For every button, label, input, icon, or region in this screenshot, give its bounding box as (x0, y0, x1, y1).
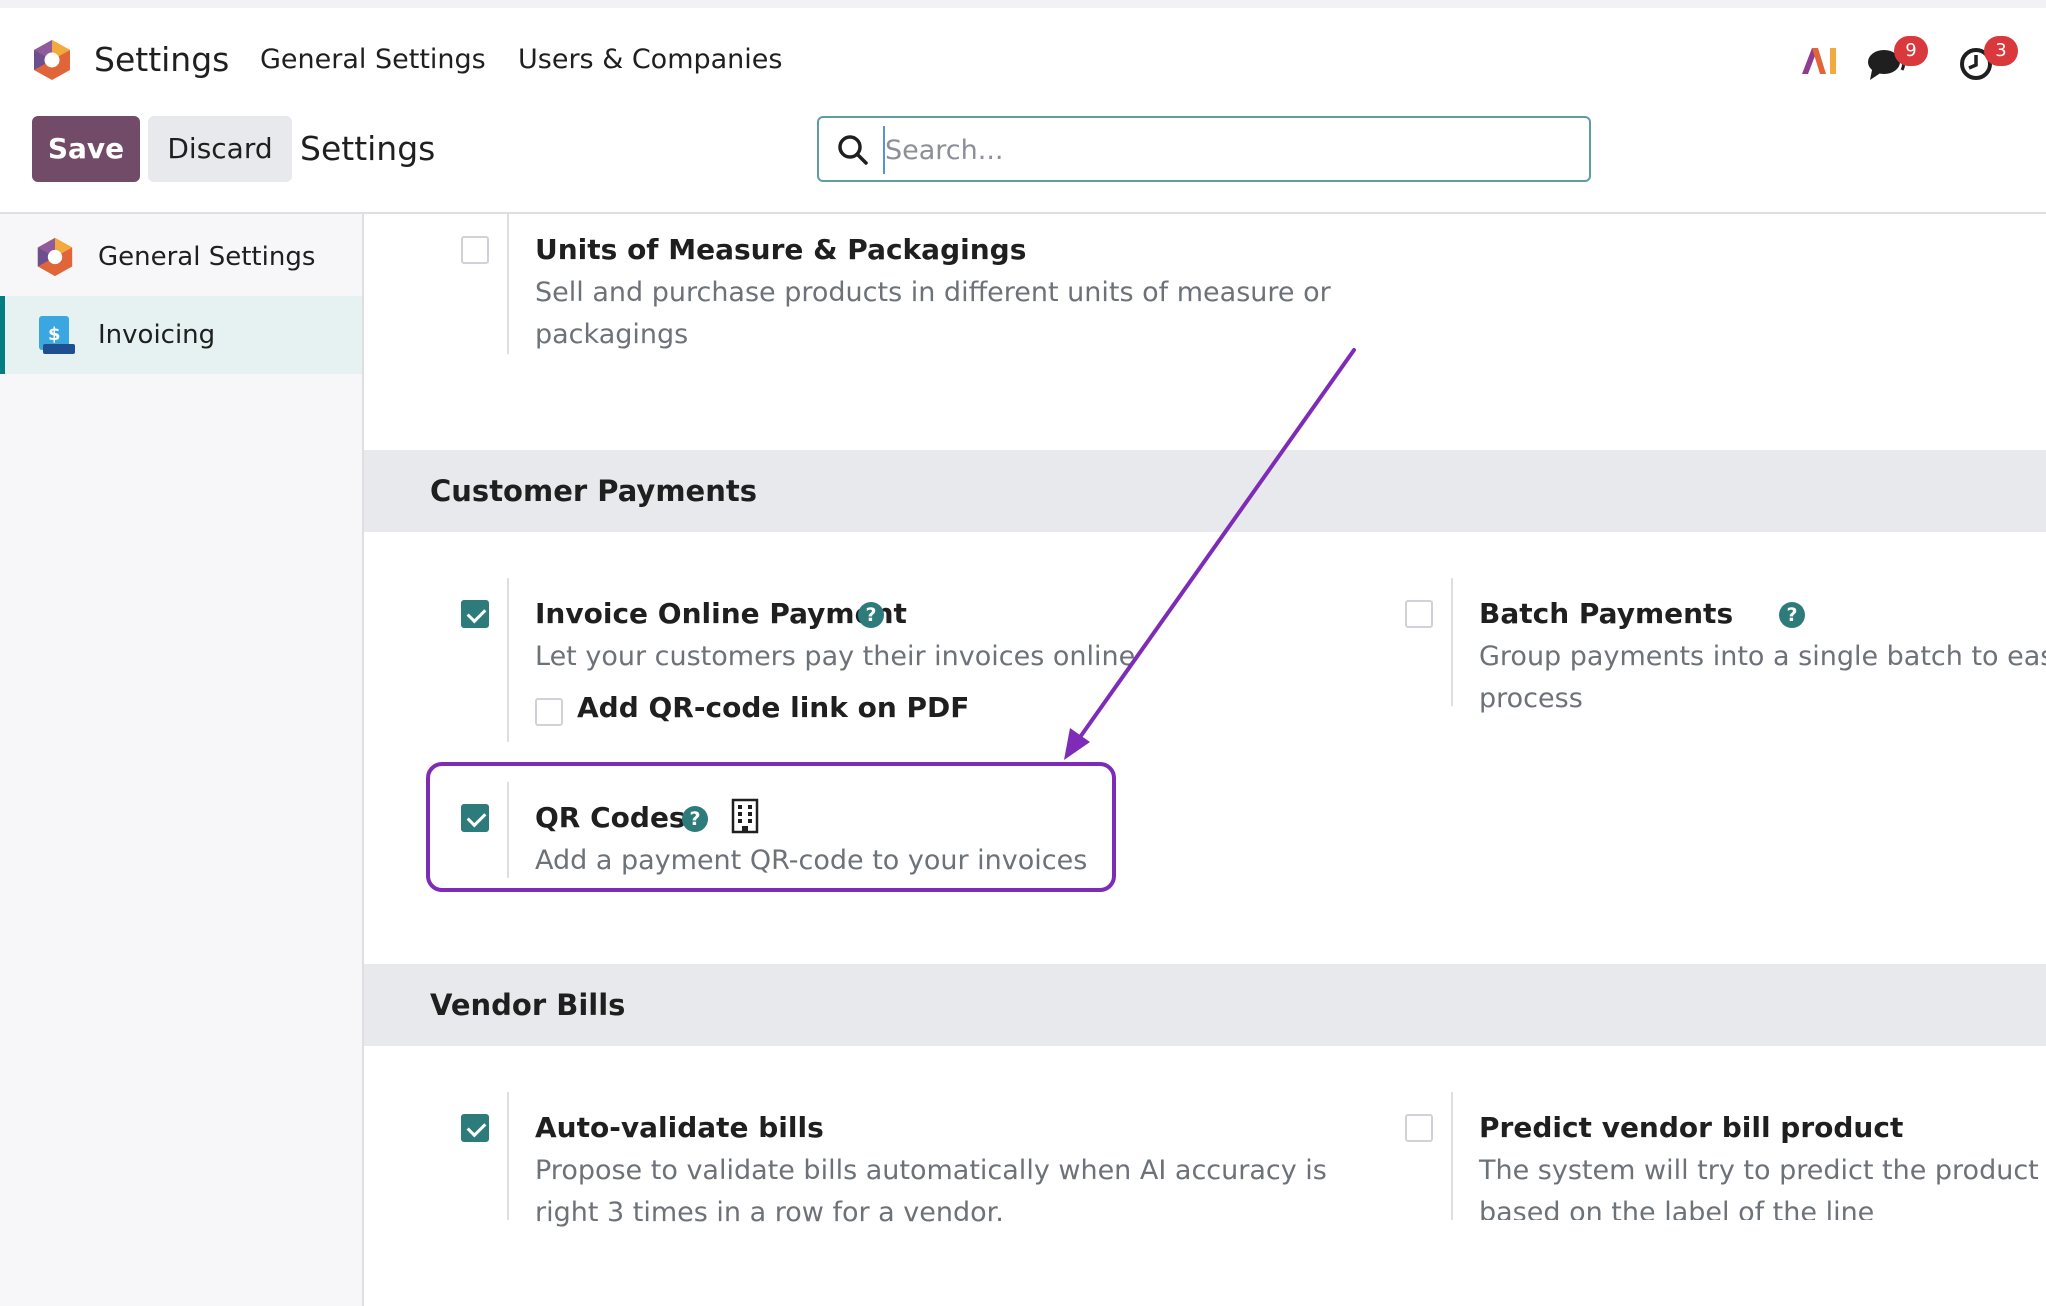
top-navbar: Settings General Settings Users & Compan… (0, 0, 2046, 108)
search-box[interactable] (817, 116, 1591, 182)
predict-product-title: Predict vendor bill product (1479, 1111, 1904, 1144)
messages-icon[interactable]: 9 (1866, 36, 1936, 88)
discard-button[interactable]: Discard (148, 116, 292, 182)
qr-link-pdf-label[interactable]: Add QR-code link on PDF (577, 688, 969, 728)
sidebar-item-label: Invoicing (98, 320, 216, 350)
annotation-highlight-box (426, 762, 1116, 892)
auto-validate-checkbox[interactable] (461, 1114, 489, 1142)
setting-invoice-online-payment: Invoice Online Payment ? Let your custom… (364, 578, 1264, 742)
predict-product-desc-2: based on the label of the line (1479, 1197, 1875, 1220)
batch-payments-title: Batch Payments (1479, 597, 1734, 630)
auto-validate-desc-2: right 3 times in a row for a vendor. (535, 1197, 1004, 1228)
sidebar-item-general-settings[interactable]: General Settings (0, 218, 362, 296)
divider (507, 1092, 509, 1220)
control-panel: Save Discard Settings (0, 108, 2046, 214)
section-customer-payments: Customer Payments (364, 450, 2046, 532)
batch-payments-desc-1: Group payments into a single batch to ea… (1479, 641, 2046, 672)
online-payment-desc: Let your customers pay their invoices on… (535, 641, 1136, 672)
divider (1451, 1092, 1453, 1220)
setting-units-of-measure: Units of Measure & Packagings Sell and p… (364, 214, 1331, 354)
search-icon (838, 135, 868, 165)
activities-icon[interactable]: 3 (1958, 36, 2028, 88)
uom-checkbox[interactable] (461, 236, 489, 264)
app-name[interactable]: Settings (94, 38, 229, 82)
online-payment-checkbox[interactable] (461, 600, 489, 628)
save-button[interactable]: Save (32, 116, 140, 182)
uom-desc-2: packagings (535, 319, 689, 350)
settings-sidebar (0, 214, 364, 1306)
help-icon[interactable]: ? (858, 602, 884, 628)
odoo-settings-logo-icon[interactable] (30, 38, 74, 82)
setting-batch-payments: Batch Payments ? Group payments into a s… (1308, 578, 2046, 714)
menu-users-companies[interactable]: Users & Companies (518, 38, 782, 82)
online-payment-title: Invoice Online Payment (535, 597, 907, 630)
sidebar-item-invoicing[interactable]: $ Invoicing (0, 296, 362, 374)
setting-predict-vendor-bill-product: Predict vendor bill product The system w… (1308, 1092, 2046, 1220)
ai-assistant-icon[interactable] (1800, 36, 1840, 88)
activities-badge: 3 (1984, 36, 2018, 66)
setting-auto-validate-bills: Auto-validate bills Propose to validate … (364, 1092, 1327, 1228)
auto-validate-title: Auto-validate bills (535, 1111, 824, 1144)
uom-desc-1: Sell and purchase products in different … (535, 277, 1331, 308)
uom-title: Units of Measure & Packagings (535, 233, 1027, 266)
sidebar-item-label: General Settings (98, 242, 316, 272)
predict-product-checkbox[interactable] (1405, 1114, 1433, 1142)
page-title: Settings (300, 129, 436, 168)
section-title: Customer Payments (430, 474, 757, 508)
search-input[interactable] (883, 126, 1573, 174)
help-icon[interactable]: ? (1779, 602, 1805, 628)
batch-payments-checkbox[interactable] (1405, 600, 1433, 628)
qr-link-pdf-checkbox[interactable] (535, 698, 563, 726)
section-title: Vendor Bills (430, 988, 626, 1022)
svg-text:$: $ (48, 324, 61, 345)
predict-product-desc-1: The system will try to predict the produ… (1479, 1155, 2046, 1186)
divider (1451, 578, 1453, 706)
odoo-logo-icon (37, 237, 73, 277)
section-vendor-bills: Vendor Bills (364, 964, 2046, 1046)
divider (507, 214, 509, 354)
divider (507, 578, 509, 742)
settings-content: Units of Measure & Packagings Sell and p… (364, 214, 2046, 1306)
invoicing-icon: $ (39, 316, 75, 354)
auto-validate-desc-1: Propose to validate bills automatically … (535, 1155, 1327, 1186)
menu-general-settings[interactable]: General Settings (260, 38, 486, 82)
messages-badge: 9 (1894, 36, 1928, 66)
batch-payments-desc-2: process (1479, 683, 1583, 714)
